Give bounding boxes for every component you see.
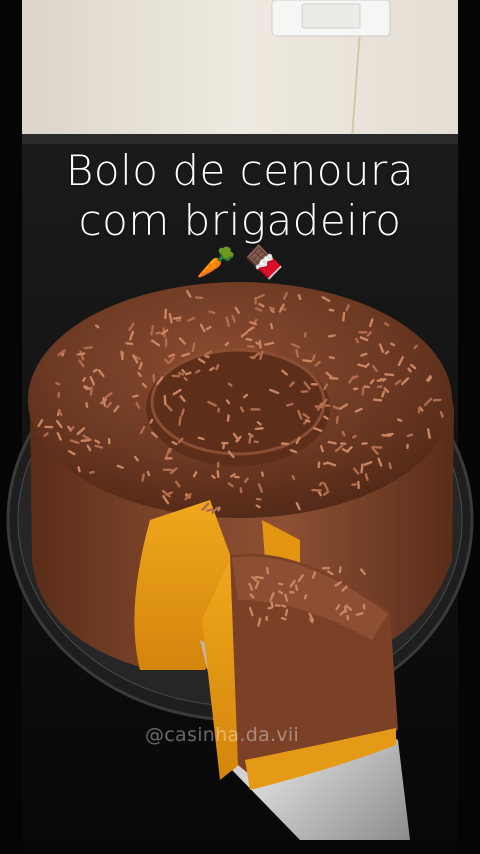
sprinkle <box>107 437 111 445</box>
wall <box>0 0 480 140</box>
sprinkle <box>317 461 321 469</box>
sprinkle <box>357 480 360 490</box>
sprinkle <box>310 383 318 386</box>
sprinkle <box>152 373 156 383</box>
sprinkle <box>164 457 173 460</box>
sprinkle <box>171 374 181 378</box>
sprinkle <box>221 441 229 445</box>
watermark-handle: @casinha.da.vii <box>145 724 300 746</box>
chocolate-bar-emoji-icon: 🍫 <box>244 243 284 281</box>
outlet-switch <box>301 3 361 29</box>
sprinkle <box>44 425 54 429</box>
sprinkle <box>162 468 173 472</box>
sprinkle <box>57 392 60 398</box>
sprinkle <box>311 488 322 492</box>
sprinkle <box>164 338 168 348</box>
sprinkle <box>323 404 331 407</box>
right-black-bar <box>458 0 480 854</box>
sprinkle <box>432 398 442 402</box>
carrot-emoji-icon: 🥕 <box>196 243 236 281</box>
countertop-edge <box>22 134 458 144</box>
sprinkle <box>361 442 368 445</box>
sprinkle <box>329 377 339 380</box>
sprinkle <box>288 590 295 594</box>
caption-line-1: Bolo de cenoura <box>65 146 415 195</box>
left-black-bar <box>0 0 22 854</box>
sprinkle <box>321 566 331 570</box>
sprinkle <box>176 319 182 322</box>
sprinkle <box>254 296 257 305</box>
sprinkle <box>300 390 309 393</box>
sprinkle <box>265 615 268 622</box>
caption-line-2: com brigadeiro <box>78 196 402 245</box>
sprinkle <box>246 345 255 348</box>
sprinkle <box>358 331 368 334</box>
sprinkle <box>250 408 261 411</box>
sprinkle <box>216 461 220 468</box>
